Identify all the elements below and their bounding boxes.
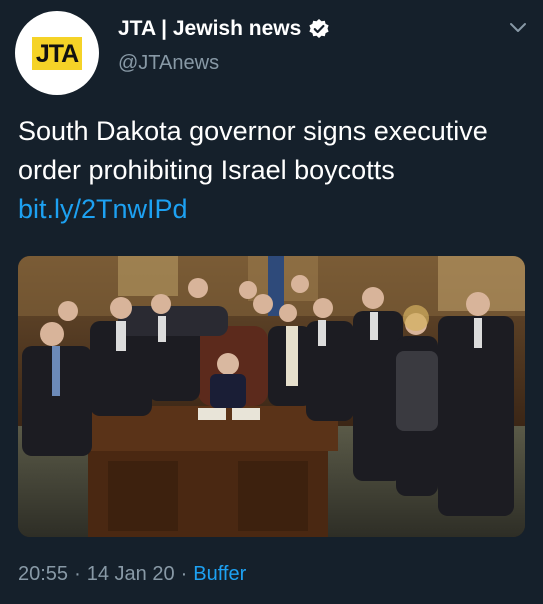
tweet-date[interactable]: 14 Jan 20 [87, 563, 175, 586]
tweet-link[interactable]: bit.ly/2TnwIPd [18, 194, 188, 224]
tweet-card: JTA JTA | Jewish news @JTAnews South Dak… [0, 0, 543, 604]
tweet-time[interactable]: 20:55 [18, 563, 68, 586]
author-avatar[interactable]: JTA [15, 11, 99, 95]
photo-governor-signing-icon [18, 256, 525, 537]
tweet-body: South Dakota governor signs executive or… [18, 116, 488, 185]
author-name-row[interactable]: JTA | Jewish news [118, 14, 330, 44]
chevron-down-icon[interactable] [507, 16, 529, 38]
jta-logo: JTA [31, 36, 83, 70]
meta-separator: · [74, 563, 81, 585]
tweet-photo[interactable] [18, 256, 525, 537]
tweet-meta: 20:55 · 14 Jan 20 · Buffer [18, 563, 246, 586]
tweet-text: South Dakota governor signs executive or… [18, 112, 528, 229]
meta-separator-2: · [180, 563, 188, 585]
verified-badge-icon [308, 18, 330, 40]
author-display-name[interactable]: JTA | Jewish news [118, 17, 301, 41]
tweet-source[interactable]: Buffer [193, 563, 246, 586]
author-handle[interactable]: @JTAnews [118, 52, 219, 75]
